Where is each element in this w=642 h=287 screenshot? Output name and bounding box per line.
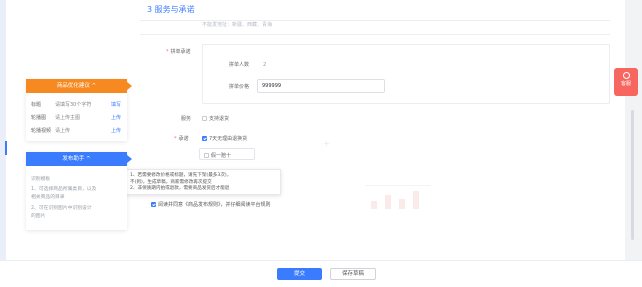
publish-assistant-line: 1、可选择商品所属类目，以及: [31, 187, 97, 192]
service-card: [202, 44, 610, 104]
publish-assistant-line: 2、可在识别图片中识别设计: [31, 206, 92, 211]
tooltip-line: 2、非保质期内拍或退款，需要商品发货后才能退: [130, 186, 230, 191]
publish-assistant-line: 相关商品的目录: [31, 195, 65, 200]
price-input[interactable]: 999999: [257, 79, 385, 93]
save-draft-button[interactable]: 保存草稿: [330, 268, 376, 280]
agreement-row[interactable]: 阅读并同意《商品发布规则》，并仔细阅读平台规则: [151, 201, 271, 208]
section-divider: [140, 34, 610, 35]
seven-day-option[interactable]: 7天无理由退换货: [202, 135, 247, 142]
count-row: 拼单人数 2: [229, 61, 266, 68]
headset-icon: [622, 72, 630, 79]
agreement-checkbox[interactable]: [151, 202, 156, 207]
agreement-text: 阅读并同意《商品发布规则》，并仔细阅读平台规则: [158, 202, 271, 208]
optimization-row-desc: 请填写30个字符: [55, 102, 92, 108]
section-title: 3 服务与承诺: [147, 5, 195, 14]
promise-label: 服务: [181, 116, 192, 122]
optimization-row-action[interactable]: 上传: [111, 114, 121, 121]
service-label: * 拼单承诺: [166, 48, 191, 55]
required-mark: *: [174, 136, 177, 142]
optimization-row-desc: 请上传主图: [55, 115, 81, 121]
optimization-row-action[interactable]: 上传: [111, 127, 121, 134]
optimization-row-name: 轮播视频: [31, 128, 52, 134]
optimization-row-action[interactable]: 填写: [111, 101, 121, 108]
seven-day-label: 7天无理由退换货: [209, 136, 248, 142]
fake-compensation-label: 假一赔十: [211, 153, 232, 159]
edit-rules-tooltip: 1、若需要修改价格或标题，请先下架(最多3次)， 不(到)，生成草稿，商家需修改…: [125, 169, 281, 195]
count-label: 拼单人数: [229, 62, 250, 68]
faint-chart-background: [365, 185, 431, 209]
vertical-scrollbar[interactable]: [631, 110, 634, 240]
commitment-label: * 承诺: [174, 135, 189, 142]
fake-compensation-checkbox[interactable]: [204, 153, 209, 158]
publish-assistant-line: 识别模板: [31, 177, 51, 182]
shipping-hint: 不能发地址：新疆、西藏、青海: [202, 22, 273, 28]
customer-service-label: 客服: [620, 81, 631, 87]
fake-compensation-option[interactable]: 假一赔十: [199, 148, 255, 160]
required-mark: *: [166, 49, 169, 55]
price-label: 拼单价格: [229, 84, 250, 90]
publish-assistant-panel: 发布助手 ^ 识别模板 1、可选择商品所属类目，以及 相关商品的目录 2、可在识…: [26, 152, 132, 230]
optimization-row-name: 轮播图: [31, 115, 47, 121]
count-value: 2: [263, 62, 267, 68]
return-checkbox[interactable]: [202, 116, 207, 121]
optimization-row-desc: 请上传: [55, 128, 71, 134]
submit-button[interactable]: 提交: [277, 268, 322, 280]
optimization-row: 标题 请填写30个字符 填写: [31, 101, 123, 108]
service-label-text: 拼单承诺: [170, 49, 191, 55]
optimization-panel-header[interactable]: 商品优化建议 ^: [26, 79, 132, 93]
optimization-row-name: 标题: [31, 102, 42, 108]
publish-assistant-header[interactable]: 发布助手 ^: [26, 152, 132, 166]
faint-plus-icon: +: [323, 139, 330, 148]
faint-bar: [371, 201, 377, 209]
return-option[interactable]: 支持退货: [202, 115, 229, 122]
faint-bar: [399, 199, 405, 209]
optimization-row: 轮播视频 请上传 上传: [31, 127, 123, 134]
customer-service-button[interactable]: 客服: [614, 68, 638, 96]
optimization-panel: 商品优化建议 ^ 标题 请填写30个字符 填写 轮播图 请上传主图 上传 轮播视频 请上传…: [26, 79, 132, 141]
return-option-label: 支持退货: [209, 116, 230, 122]
optimization-row: 轮播图 请上传主图 上传: [31, 114, 123, 121]
left-accent-marker: [5, 141, 7, 155]
faint-bar: [413, 191, 419, 209]
seven-day-checkbox[interactable]: [202, 136, 207, 141]
commitment-label-text: 承诺: [178, 136, 189, 142]
publish-assistant-line: 的图片: [31, 214, 46, 219]
faint-bar: [385, 195, 391, 209]
